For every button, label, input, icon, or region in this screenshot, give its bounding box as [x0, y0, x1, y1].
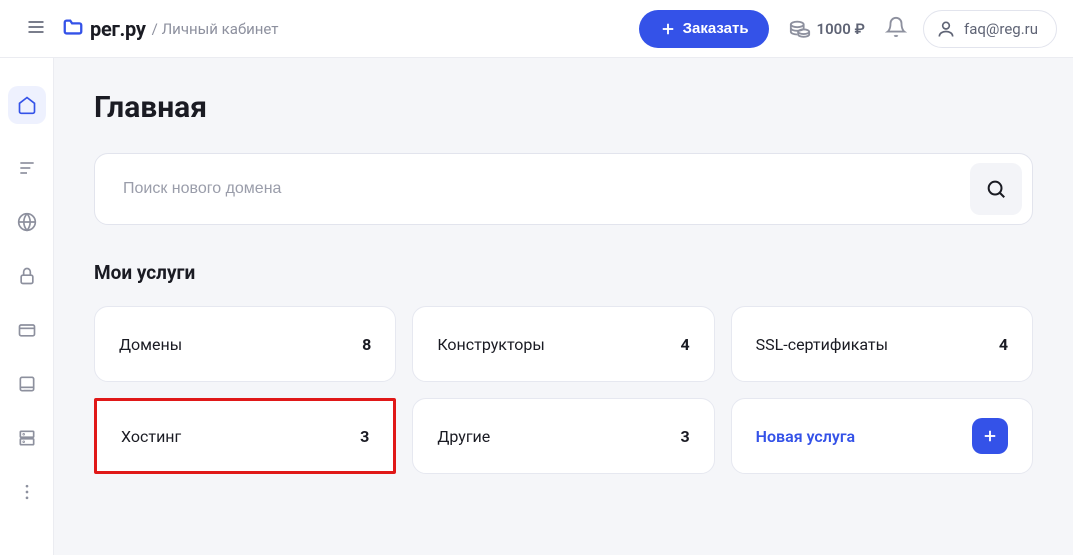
domain-search-box: [94, 153, 1033, 225]
user-icon: [936, 19, 956, 39]
sidebar-item-servers[interactable]: [17, 374, 37, 394]
sidebar-item-list[interactable]: [17, 158, 37, 178]
service-card-ssl[interactable]: SSL-сертификаты 4: [731, 306, 1033, 382]
balance-value: 1000 ₽: [817, 20, 865, 38]
card-count: 4: [999, 335, 1008, 354]
list-icon: [17, 158, 37, 178]
home-icon: [17, 95, 37, 115]
card-count: 3: [360, 427, 369, 446]
bell-icon: [885, 16, 907, 38]
balance[interactable]: 1000 ₽: [789, 18, 865, 40]
card-label: Домены: [119, 335, 182, 354]
service-card-domains[interactable]: Домены 8: [94, 306, 396, 382]
sidebar-item-home[interactable]: [8, 86, 46, 124]
card-label: SSL-сертификаты: [756, 335, 888, 354]
hamburger-menu-button[interactable]: [20, 11, 52, 46]
order-label: Заказать: [683, 20, 749, 37]
card-label: Хостинг: [121, 427, 181, 446]
more-vertical-icon: [17, 482, 37, 502]
card-count: 8: [362, 335, 371, 354]
order-button[interactable]: Заказать: [639, 10, 769, 48]
card-label: Новая услуга: [756, 427, 855, 446]
breadcrumb: / Личный кабинет: [152, 20, 279, 38]
lock-icon: [17, 266, 37, 286]
sidebar-item-security[interactable]: [17, 266, 37, 286]
card-label: Другие: [437, 427, 490, 446]
page-title: Главная: [94, 90, 1033, 125]
server-icon: [17, 374, 37, 394]
domain-search-input[interactable]: [123, 180, 970, 198]
card-count: 3: [680, 427, 689, 446]
coins-icon: [789, 18, 811, 40]
hamburger-icon: [26, 17, 46, 37]
logo-text: рег.ру: [90, 17, 146, 41]
user-email: faq@reg.ru: [964, 20, 1038, 38]
add-service-button[interactable]: [972, 418, 1008, 454]
service-card-builders[interactable]: Конструкторы 4: [412, 306, 714, 382]
sidebar-item-globe[interactable]: [17, 212, 37, 232]
folder-icon: [62, 16, 84, 42]
section-title-services: Мои услуги: [94, 261, 1033, 284]
notifications-button[interactable]: [885, 16, 907, 42]
card-icon: [17, 320, 37, 340]
card-count: 4: [680, 335, 689, 354]
sidebar-item-more[interactable]: [17, 482, 37, 502]
service-card-other[interactable]: Другие 3: [412, 398, 714, 474]
plus-icon: [659, 20, 677, 38]
globe-icon: [17, 212, 37, 232]
sidebar: [0, 58, 54, 555]
user-menu[interactable]: faq@reg.ru: [923, 10, 1057, 48]
logo[interactable]: рег.ру: [62, 16, 146, 42]
search-button[interactable]: [970, 163, 1022, 215]
sidebar-item-storage[interactable]: [17, 428, 37, 448]
plus-icon: [981, 427, 999, 445]
service-card-new[interactable]: Новая услуга: [731, 398, 1033, 474]
storage-icon: [17, 428, 37, 448]
search-icon: [985, 178, 1007, 200]
service-card-hosting[interactable]: Хостинг 3: [94, 398, 396, 474]
sidebar-item-billing[interactable]: [17, 320, 37, 340]
card-label: Конструкторы: [437, 335, 545, 354]
